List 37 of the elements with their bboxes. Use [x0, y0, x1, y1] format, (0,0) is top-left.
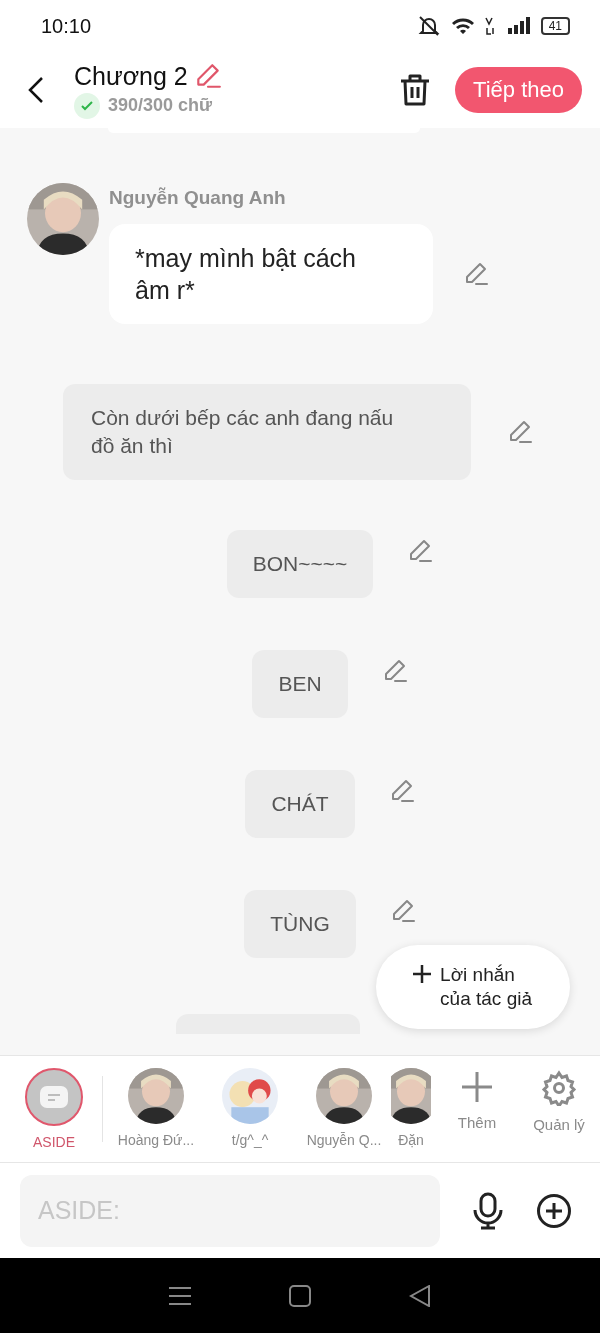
chapter-title: Chương 2 — [74, 61, 188, 91]
trash-icon[interactable] — [399, 73, 432, 107]
aside-bubble: TÙNG — [244, 890, 356, 958]
next-button[interactable]: Tiếp theo — [455, 67, 582, 113]
settings-icon — [541, 1070, 577, 1106]
pencil-icon[interactable] — [463, 261, 489, 287]
aside-bubble: CHÁT — [245, 770, 355, 838]
plus-icon — [460, 1070, 494, 1104]
add-character-button[interactable]: Thêm — [436, 1068, 518, 1131]
battery-indicator: 41 — [540, 17, 570, 35]
aside-bubble: BEN — [252, 650, 348, 718]
add-icon[interactable] — [536, 1192, 572, 1229]
microphone-icon[interactable] — [472, 1191, 504, 1230]
narration-bubble: Còn dưới bếp các anh đang nấu đồ ăn thì — [63, 384, 471, 480]
signal-icon — [506, 17, 531, 35]
character-item[interactable]: ASIDE — [12, 1068, 96, 1150]
menu-icon[interactable] — [169, 1285, 191, 1306]
bell-off-icon — [416, 15, 441, 37]
aside-bubble: BON~~~~ — [226, 530, 374, 598]
manage-button[interactable]: Quản lý — [518, 1068, 600, 1133]
status-time: 10:10 — [41, 14, 92, 38]
character-name: Nguyễn Quang Anh — [109, 187, 287, 209]
character-item[interactable]: Đặn — [391, 1068, 431, 1150]
character-item[interactable]: t/g^_^ — [203, 1068, 297, 1150]
word-count: 390/300 chữ — [108, 95, 213, 116]
pencil-icon[interactable] — [507, 419, 533, 445]
plus-icon — [412, 963, 433, 985]
home-icon[interactable] — [289, 1284, 311, 1307]
chat-bubble-icon — [25, 1068, 83, 1126]
message-bubble: *may mình bật cách âm r* — [109, 224, 433, 324]
volte-icon — [484, 17, 497, 35]
character-item[interactable]: Nguyễn Q... — [297, 1068, 391, 1150]
author-note-button[interactable]: Lời nhắn của tác giả — [376, 945, 570, 1029]
character-item[interactable]: Hoàng Đứ... — [109, 1068, 203, 1150]
wifi-icon — [450, 16, 475, 36]
back-icon[interactable] — [409, 1284, 431, 1307]
pencil-icon[interactable] — [407, 538, 434, 564]
